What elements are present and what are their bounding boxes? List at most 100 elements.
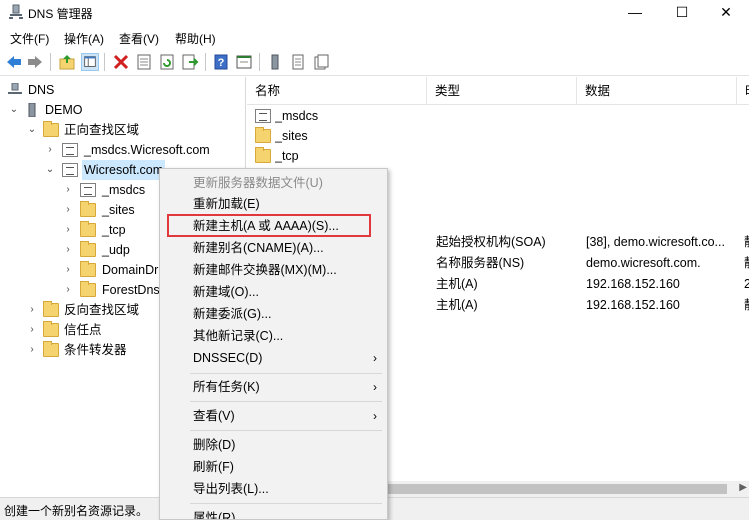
menu-help[interactable]: 帮助(H): [175, 30, 216, 47]
folder-icon: [80, 201, 96, 217]
folder-up-icon[interactable]: [58, 53, 76, 71]
server-icon[interactable]: [266, 53, 284, 71]
maximize-button[interactable]: ☐: [659, 0, 705, 26]
expand-arrow-icon[interactable]: ›: [63, 240, 73, 260]
menu-item-delete[interactable]: 删除(D): [160, 434, 387, 456]
menu-item-other-records[interactable]: 其他新记录(C)...: [160, 325, 387, 347]
menu-item-update-server-data: 更新服务器数据文件(U): [193, 176, 323, 190]
svg-text:?: ?: [218, 57, 225, 69]
toolbar-separator: [259, 53, 260, 71]
menu-separator: [190, 373, 382, 374]
tree-label-dns: DNS: [28, 83, 55, 97]
expand-arrow-icon[interactable]: ›: [63, 220, 73, 240]
tree-label-child: _msdcs: [102, 183, 146, 197]
folder-icon: [80, 261, 96, 277]
expand-arrow-icon[interactable]: ›: [63, 280, 73, 300]
records-icon[interactable]: [289, 53, 307, 71]
record-data: 192.168.152.160: [586, 277, 680, 291]
menu-file[interactable]: 文件(F): [10, 30, 49, 47]
menu-item-all-tasks[interactable]: 所有任务(K) ›: [160, 376, 387, 398]
expand-arrow-icon[interactable]: ›: [45, 140, 55, 160]
record-timestamp: 静: [744, 295, 749, 315]
close-button[interactable]: ✕: [703, 0, 749, 26]
zone-icon: [80, 183, 96, 197]
zone-icon[interactable]: [312, 53, 330, 71]
show-hide-tree-icon[interactable]: [81, 53, 99, 71]
expand-arrow-icon[interactable]: ›: [63, 200, 73, 220]
collapse-arrow-icon[interactable]: ⌄: [9, 100, 19, 120]
refresh-icon[interactable]: [158, 53, 176, 71]
menu-item-view[interactable]: 查看(V) ›: [160, 405, 387, 427]
tree-label-child: ForestDns: [102, 283, 160, 297]
record-data: 192.168.152.160: [586, 298, 680, 312]
toolbar-separator: [205, 53, 206, 71]
folder-icon: [43, 341, 59, 357]
toolbar: ?: [0, 48, 749, 76]
tree-label-child: DomainDr: [102, 263, 159, 277]
expand-arrow-icon[interactable]: ›: [63, 180, 73, 200]
zone-icon: [62, 143, 78, 157]
menu-item-new-delegation[interactable]: 新建委派(G)...: [160, 303, 387, 325]
help-icon[interactable]: ?: [212, 53, 230, 71]
tree-label-server: DEMO: [45, 103, 83, 117]
details-icon[interactable]: [235, 53, 253, 71]
record-type: 名称服务器(NS): [436, 256, 525, 270]
minimize-button[interactable]: —: [612, 0, 658, 26]
delete-icon[interactable]: [112, 53, 130, 71]
dns-app-icon: [9, 4, 23, 19]
folder-icon: [43, 321, 59, 337]
menu-item-refresh[interactable]: 刷新(F): [160, 456, 387, 478]
column-header-type[interactable]: 类型: [427, 77, 577, 105]
list-item[interactable]: _msdcs: [247, 106, 749, 126]
collapse-arrow-icon[interactable]: ⌄: [27, 120, 37, 140]
scroll-right-arrow-icon[interactable]: ▶: [739, 482, 747, 493]
export-icon[interactable]: [181, 53, 199, 71]
expand-arrow-icon[interactable]: ›: [27, 300, 37, 320]
menu-item-new-mail-exchanger[interactable]: 新建邮件交换器(MX)(M)...: [160, 259, 387, 281]
folder-icon: [255, 147, 271, 163]
menu-item-new-domain[interactable]: 新建域(O)...: [160, 281, 387, 303]
expand-arrow-icon[interactable]: ›: [27, 320, 37, 340]
tree-label-conditional-forwarders: 条件转发器: [64, 343, 127, 357]
expand-arrow-icon[interactable]: ›: [63, 260, 73, 280]
menu-item-new-alias[interactable]: 新建别名(CNAME)(A)...: [160, 237, 387, 259]
status-text: 创建一个新别名资源记录。: [4, 504, 149, 518]
folder-icon: [255, 127, 271, 143]
menu-item-all-tasks-label: 所有任务(K): [193, 380, 260, 394]
folder-icon: [80, 221, 96, 237]
column-header-data[interactable]: 数据: [577, 77, 737, 105]
forward-arrow-icon[interactable]: [26, 53, 44, 71]
collapse-arrow-icon[interactable]: ⌄: [45, 160, 55, 180]
toolbar-separator: [50, 53, 51, 71]
submenu-arrow-icon: ›: [373, 351, 377, 365]
list-item[interactable]: _tcp: [247, 146, 749, 166]
list-item[interactable]: _sites: [247, 126, 749, 146]
menu-action[interactable]: 操作(A): [64, 30, 104, 47]
menu-view[interactable]: 查看(V): [119, 30, 159, 47]
folder-icon: [43, 121, 59, 137]
folder-icon: [80, 241, 96, 257]
window-title: DNS 管理器: [28, 7, 93, 21]
menu-separator: [190, 430, 382, 431]
folder-icon: [43, 301, 59, 317]
menu-item-dnssec[interactable]: DNSSEC(D) ›: [160, 347, 387, 369]
tree-label-msdcs-zone: _msdcs.Wicresoft.com: [84, 143, 210, 157]
record-timestamp: 2: [744, 277, 749, 291]
menu-item-export-list[interactable]: 导出列表(L)...: [160, 478, 387, 500]
folder-icon: [80, 281, 96, 297]
menu-bar: 文件(F) 操作(A) 查看(V) 帮助(H): [0, 26, 749, 48]
expand-arrow-icon[interactable]: ›: [27, 340, 37, 360]
submenu-arrow-icon: ›: [373, 380, 377, 394]
list-item-name: _sites: [275, 129, 308, 143]
menu-item-properties[interactable]: 属性(R): [160, 507, 387, 519]
menu-item-reload[interactable]: 重新加载(E): [160, 193, 387, 215]
back-arrow-icon[interactable]: [5, 53, 23, 71]
column-header-row: 名称 类型 数据 时: [247, 77, 749, 105]
zone-icon: [255, 109, 271, 123]
record-type: 起始授权机构(SOA): [436, 235, 546, 249]
server-icon: [28, 103, 36, 117]
column-header-timestamp[interactable]: 时: [737, 77, 749, 105]
menu-separator: [190, 401, 382, 402]
properties-icon[interactable]: [135, 53, 153, 71]
column-header-name[interactable]: 名称: [247, 77, 427, 105]
